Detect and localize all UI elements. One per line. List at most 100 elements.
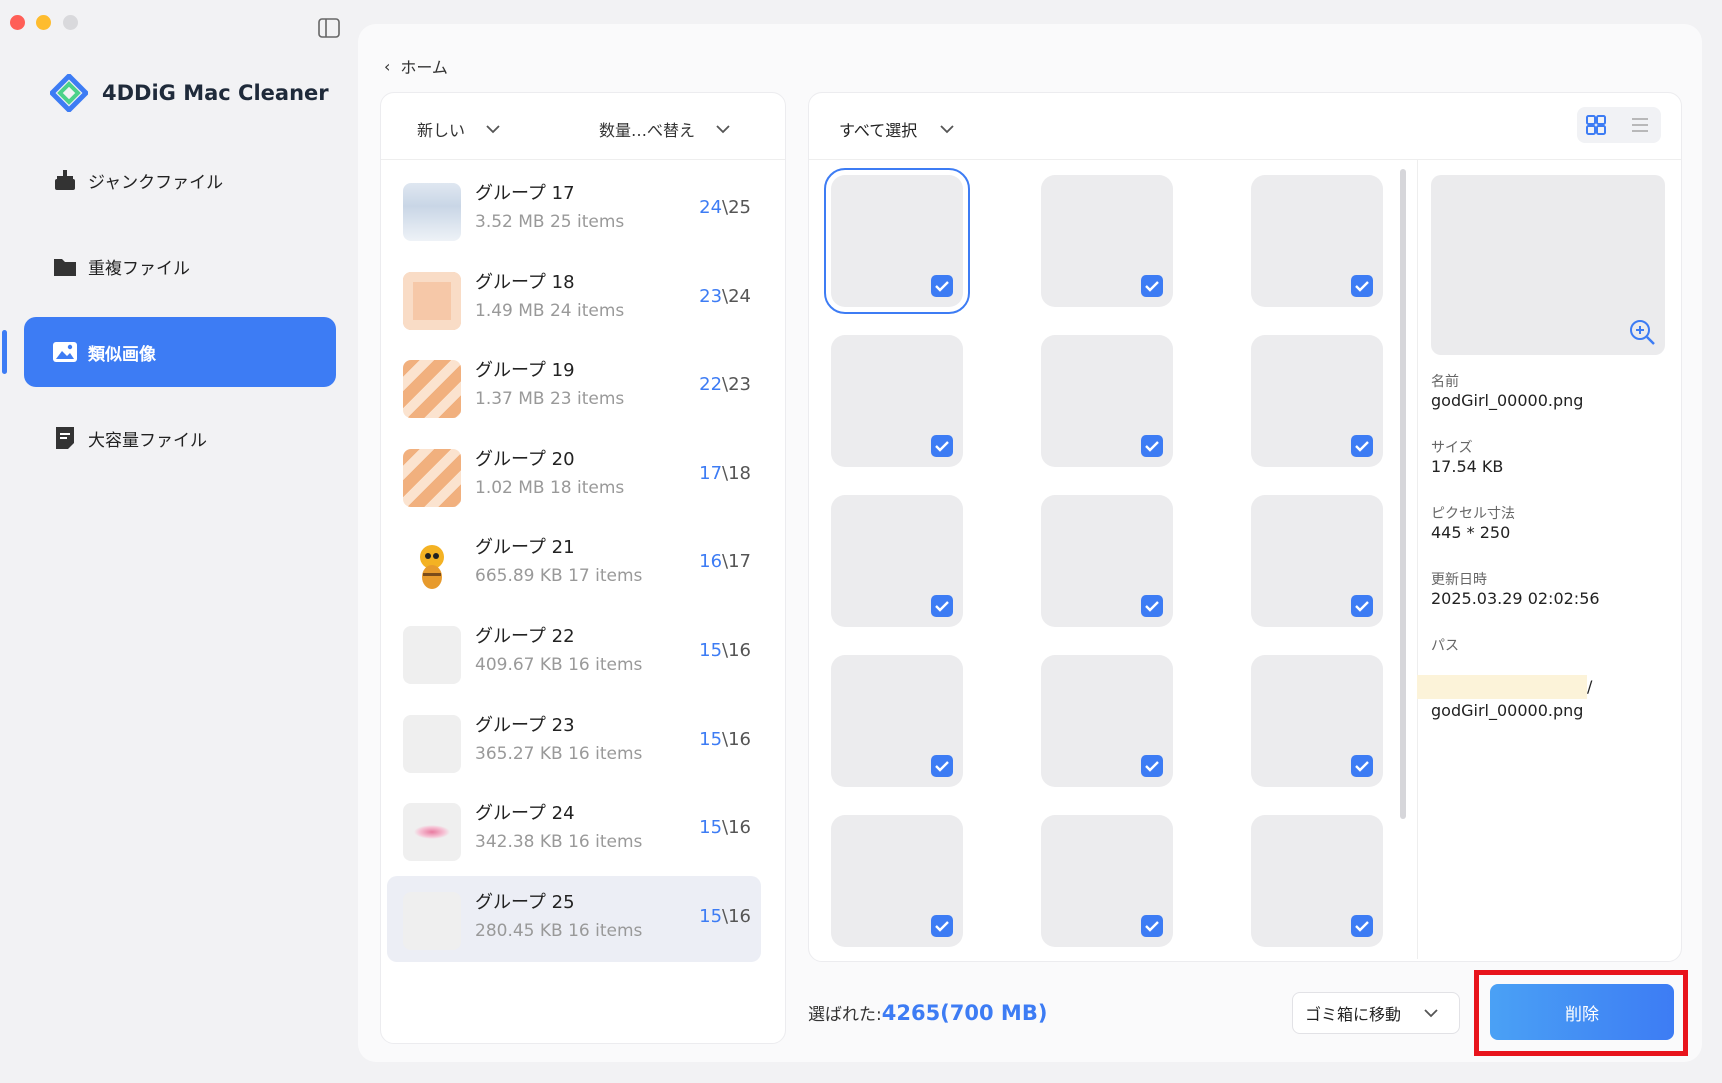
tile-checkbox[interactable] xyxy=(1141,435,1163,457)
group-meta: 342.38 KB 16 items xyxy=(475,832,643,853)
tile-checkbox[interactable] xyxy=(1351,435,1373,457)
zoom-in-icon[interactable] xyxy=(1627,317,1657,347)
group-meta: 365.27 KB 16 items xyxy=(475,743,643,764)
back-link[interactable]: ‹ ホーム xyxy=(384,54,448,78)
tile-checkbox[interactable] xyxy=(931,435,953,457)
sort-by-select[interactable]: 数量…べ替え xyxy=(599,117,731,141)
tile-checkbox[interactable] xyxy=(1141,275,1163,297)
group-row[interactable]: グループ 25 280.45 KB 16 items 15\16 xyxy=(387,875,761,962)
group-name: グループ 23 xyxy=(475,714,575,736)
sidebar-item-large-files[interactable]: 大容量ファイル xyxy=(24,403,336,473)
group-row[interactable]: グループ 20 1.02 MB 18 items 17\18 xyxy=(387,433,761,519)
group-total-count: \23 xyxy=(722,374,751,396)
group-row[interactable]: グループ 22 409.67 KB 16 items 15\16 xyxy=(387,610,761,696)
image-tile[interactable] xyxy=(1251,655,1383,787)
group-total-count: \18 xyxy=(722,462,751,484)
tile-checkbox[interactable] xyxy=(931,275,953,297)
sort-by-label: 数量…べ替え xyxy=(599,121,696,140)
sidebar-item-similar-images[interactable]: 類似画像 xyxy=(24,317,336,387)
main-panel: ‹ ホーム 新しい 数量…べ替え グループ 17 3.52 MB 25 items… xyxy=(358,24,1702,1062)
brand: 4DDiG Mac Cleaner xyxy=(50,74,329,112)
group-row[interactable]: グループ 21 665.89 KB 17 items 16\17 xyxy=(387,521,761,607)
image-tile[interactable] xyxy=(831,335,963,467)
tile-checkbox[interactable] xyxy=(1141,915,1163,937)
image-tile[interactable] xyxy=(1041,655,1173,787)
group-thumbnail xyxy=(403,803,461,862)
checkmark-icon xyxy=(935,921,949,932)
image-tile[interactable] xyxy=(1041,815,1173,947)
group-selected-count: 15 xyxy=(699,728,723,750)
grid-scrollbar[interactable] xyxy=(1400,169,1406,819)
tile-checkbox[interactable] xyxy=(1351,915,1373,937)
app-window: 4DDiG Mac Cleaner ジャンクファイル 重複ファイル 類似画像 大… xyxy=(0,0,1722,1083)
image-tile[interactable] xyxy=(831,495,963,627)
group-list-header: 新しい 数量…べ替え xyxy=(381,93,785,160)
image-tile[interactable] xyxy=(1041,495,1173,627)
close-window-button[interactable] xyxy=(10,15,25,30)
select-all-dropdown[interactable]: すべて選択 xyxy=(839,117,955,141)
app-name: 4DDiG Mac Cleaner xyxy=(102,81,329,105)
tile-checkbox[interactable] xyxy=(1351,595,1373,617)
group-row[interactable]: グループ 17 3.52 MB 25 items 24\25 xyxy=(387,167,761,253)
breadcrumb-home: ホーム xyxy=(400,58,448,77)
image-tile[interactable] xyxy=(831,815,963,947)
tile-checkbox[interactable] xyxy=(1351,755,1373,777)
image-tile[interactable] xyxy=(1251,815,1383,947)
detail-name-label: 名前 xyxy=(1431,374,1459,390)
sort-order-select[interactable]: 新しい xyxy=(417,117,501,141)
sidebar-toggle-icon[interactable] xyxy=(318,18,340,38)
group-meta: 3.52 MB 25 items xyxy=(475,212,625,232)
group-thumbnail xyxy=(403,714,461,773)
image-tile[interactable] xyxy=(1041,175,1173,307)
group-row[interactable]: グループ 23 365.27 KB 16 items 15\16 xyxy=(387,699,761,785)
image-tile[interactable] xyxy=(824,168,970,314)
group-list-panel: 新しい 数量…べ替え グループ 17 3.52 MB 25 items 24\25 グ… xyxy=(380,92,786,1044)
detail-path-label: パス xyxy=(1431,638,1459,654)
image-grid-panel: すべて選択 名前 godGirl_00000.png サイズ 17.54 KB … xyxy=(808,92,1682,962)
group-name: グループ 20 xyxy=(475,448,575,470)
group-selection-count: 17\18 xyxy=(699,463,751,484)
checkmark-icon xyxy=(935,761,949,772)
image-tile[interactable] xyxy=(1041,335,1173,467)
tile-checkbox[interactable] xyxy=(1351,275,1373,297)
minimize-window-button[interactable] xyxy=(36,15,51,30)
chevron-down-icon xyxy=(940,125,954,134)
detail-date-value: 2025.03.29 02:02:56 xyxy=(1431,589,1600,608)
checkmark-icon xyxy=(1355,601,1369,612)
tile-checkbox[interactable] xyxy=(1141,755,1163,777)
group-name: グループ 21 xyxy=(475,537,575,559)
group-name: グループ 17 xyxy=(475,183,575,204)
detail-path-separator: / xyxy=(1587,677,1593,696)
chevron-down-icon xyxy=(1424,1009,1438,1018)
delete-mode-select[interactable]: ゴミ箱に移動 xyxy=(1292,992,1460,1034)
image-tile[interactable] xyxy=(1251,175,1383,307)
checkmark-icon xyxy=(1355,281,1369,292)
group-selected-count: 15 xyxy=(699,905,723,927)
tile-checkbox[interactable] xyxy=(931,595,953,617)
tile-checkbox[interactable] xyxy=(1141,595,1163,617)
detail-path-file: godGirl_00000.png xyxy=(1431,701,1584,720)
group-row[interactable]: グループ 18 1.49 MB 24 items 23\24 xyxy=(387,256,761,342)
grid-view-button[interactable] xyxy=(1583,112,1609,138)
detail-size-value: 17.54 KB xyxy=(1431,457,1504,476)
tile-checkbox[interactable] xyxy=(931,755,953,777)
group-row[interactable]: グループ 19 1.37 MB 23 items 22\23 xyxy=(387,344,761,430)
group-selected-count: 17 xyxy=(699,462,723,484)
checkmark-icon xyxy=(1145,441,1159,452)
group-thumbnail xyxy=(403,537,461,596)
checkmark-icon xyxy=(935,441,949,452)
image-tile[interactable] xyxy=(1251,495,1383,627)
tile-checkbox[interactable] xyxy=(931,915,953,937)
image-tile[interactable] xyxy=(831,655,963,787)
image-tile[interactable] xyxy=(1251,335,1383,467)
zoom-window-button[interactable] xyxy=(63,15,78,30)
chevron-down-icon xyxy=(486,125,500,134)
group-thumbnail xyxy=(403,271,461,330)
group-row[interactable]: グループ 24 342.38 KB 16 items 15\16 xyxy=(387,787,761,873)
list-view-button[interactable] xyxy=(1627,112,1653,138)
sidebar-item-duplicate-files[interactable]: 重複ファイル xyxy=(24,231,336,301)
sidebar-item-junk-files[interactable]: ジャンクファイル xyxy=(24,145,336,215)
detail-date-label: 更新日時 xyxy=(1431,572,1487,588)
group-total-count: \25 xyxy=(722,197,751,218)
checkmark-icon xyxy=(1355,921,1369,932)
